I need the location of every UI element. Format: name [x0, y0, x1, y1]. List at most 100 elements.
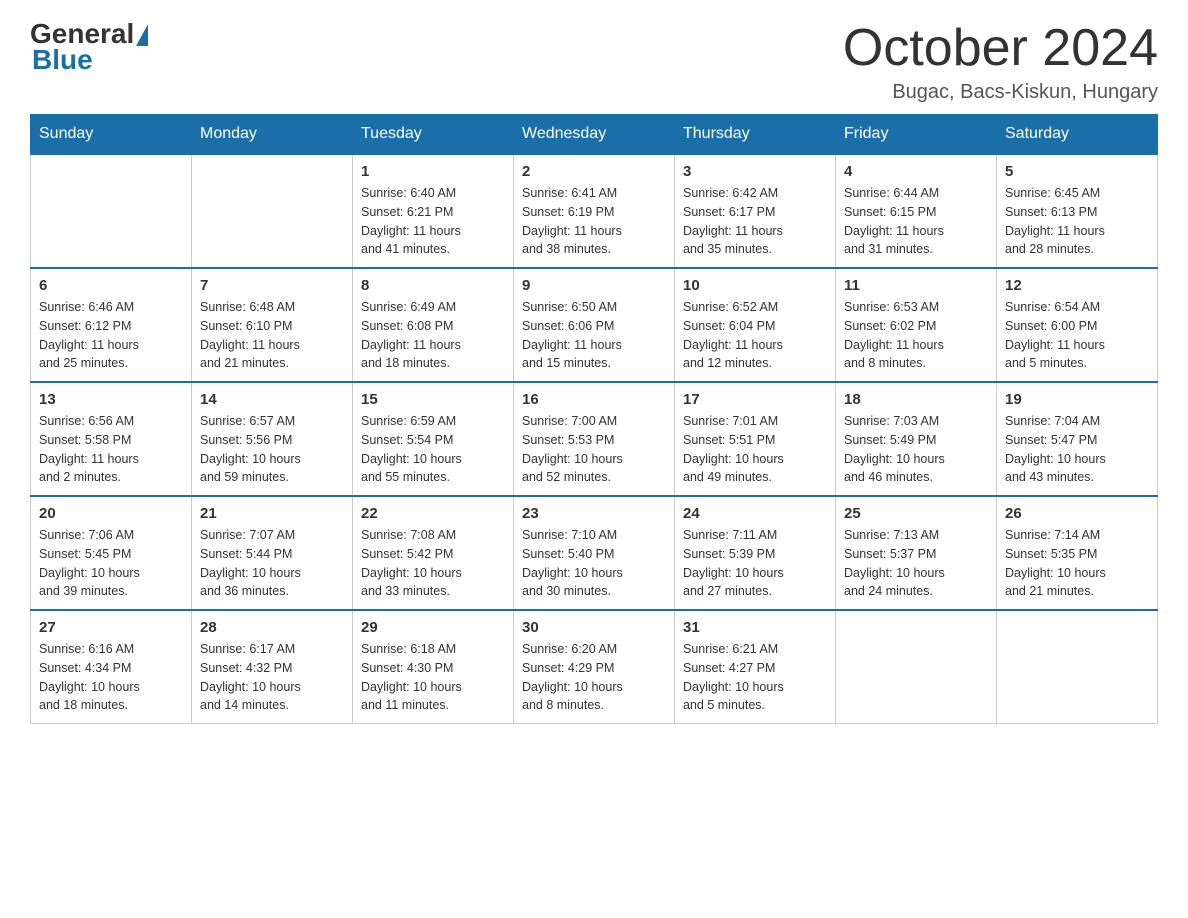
day-info: Sunrise: 6:50 AMSunset: 6:06 PMDaylight:…: [522, 298, 666, 373]
calendar-week-row: 13Sunrise: 6:56 AMSunset: 5:58 PMDayligh…: [31, 382, 1158, 496]
day-info: Sunrise: 7:07 AMSunset: 5:44 PMDaylight:…: [200, 526, 344, 601]
day-number: 21: [200, 505, 344, 522]
calendar-day-cell: 18Sunrise: 7:03 AMSunset: 5:49 PMDayligh…: [836, 382, 997, 496]
calendar-header: SundayMondayTuesdayWednesdayThursdayFrid…: [31, 115, 1158, 155]
calendar-day-cell: 6 Sunrise: 6:46 AMSunset: 6:12 PMDaylight…: [31, 268, 192, 382]
calendar-header-row: SundayMondayTuesdayWednesdayThursdayFrid…: [31, 115, 1158, 155]
calendar-day-header: Friday: [836, 115, 997, 155]
day-info: Sunrise: 6:41 AMSunset: 6:19 PMDaylight:…: [522, 184, 666, 259]
day-info: Sunrise: 6:42 AMSunset: 6:17 PMDaylight:…: [683, 184, 827, 259]
calendar-day-cell: 23 Sunrise: 7:10 AMSunset: 5:40 PMDayligh…: [514, 496, 675, 610]
calendar-day-cell: 26 Sunrise: 7:14 AMSunset: 5:35 PMDayligh…: [997, 496, 1158, 610]
day-number: 28: [200, 619, 344, 636]
day-number: 12: [1005, 277, 1149, 294]
calendar-day-cell: 12 Sunrise: 6:54 AMSunset: 6:00 PMDayligh…: [997, 268, 1158, 382]
day-number: 9: [522, 277, 666, 294]
calendar-day-cell: 30Sunrise: 6:20 AMSunset: 4:29 PMDayligh…: [514, 610, 675, 724]
calendar-day-header: Thursday: [675, 115, 836, 155]
calendar-day-cell: 9 Sunrise: 6:50 AMSunset: 6:06 PMDaylight…: [514, 268, 675, 382]
day-info: Sunrise: 7:08 AMSunset: 5:42 PMDaylight:…: [361, 526, 505, 601]
day-info: Sunrise: 7:00 AMSunset: 5:53 PMDaylight:…: [522, 412, 666, 487]
day-info: Sunrise: 6:52 AMSunset: 6:04 PMDaylight:…: [683, 298, 827, 373]
day-number: 4: [844, 163, 988, 180]
day-info: Sunrise: 7:11 AMSunset: 5:39 PMDaylight:…: [683, 526, 827, 601]
calendar-day-header: Saturday: [997, 115, 1158, 155]
calendar-table: SundayMondayTuesdayWednesdayThursdayFrid…: [30, 114, 1158, 724]
day-number: 11: [844, 277, 988, 294]
day-info: Sunrise: 6:40 AMSunset: 6:21 PMDaylight:…: [361, 184, 505, 259]
day-info: Sunrise: 6:18 AMSunset: 4:30 PMDaylight:…: [361, 640, 505, 715]
day-info: Sunrise: 7:14 AMSunset: 5:35 PMDaylight:…: [1005, 526, 1149, 601]
day-info: Sunrise: 6:21 AMSunset: 4:27 PMDaylight:…: [683, 640, 827, 715]
logo-triangle-icon: [136, 24, 148, 46]
calendar-day-cell: 14Sunrise: 6:57 AMSunset: 5:56 PMDayligh…: [192, 382, 353, 496]
calendar-day-cell: 4 Sunrise: 6:44 AMSunset: 6:15 PMDaylight…: [836, 154, 997, 268]
day-info: Sunrise: 6:17 AMSunset: 4:32 PMDaylight:…: [200, 640, 344, 715]
calendar-week-row: 1Sunrise: 6:40 AMSunset: 6:21 PMDaylight…: [31, 154, 1158, 268]
calendar-day-cell: 24 Sunrise: 7:11 AMSunset: 5:39 PMDayligh…: [675, 496, 836, 610]
day-info: Sunrise: 7:13 AMSunset: 5:37 PMDaylight:…: [844, 526, 988, 601]
calendar-body: 1Sunrise: 6:40 AMSunset: 6:21 PMDaylight…: [31, 154, 1158, 724]
calendar-day-cell: 28 Sunrise: 6:17 AMSunset: 4:32 PMDayligh…: [192, 610, 353, 724]
day-info: Sunrise: 7:06 AMSunset: 5:45 PMDaylight:…: [39, 526, 183, 601]
day-info: Sunrise: 7:03 AMSunset: 5:49 PMDaylight:…: [844, 412, 988, 487]
day-number: 29: [361, 619, 505, 636]
calendar-day-cell: 3Sunrise: 6:42 AMSunset: 6:17 PMDaylight…: [675, 154, 836, 268]
calendar-day-cell: 2 Sunrise: 6:41 AMSunset: 6:19 PMDaylight…: [514, 154, 675, 268]
day-info: Sunrise: 6:48 AMSunset: 6:10 PMDaylight:…: [200, 298, 344, 373]
day-number: 27: [39, 619, 183, 636]
calendar-week-row: 6 Sunrise: 6:46 AMSunset: 6:12 PMDaylight…: [31, 268, 1158, 382]
calendar-day-cell: 29 Sunrise: 6:18 AMSunset: 4:30 PMDayligh…: [353, 610, 514, 724]
day-number: 19: [1005, 391, 1149, 408]
calendar-day-cell: [192, 154, 353, 268]
calendar-day-cell: 1Sunrise: 6:40 AMSunset: 6:21 PMDaylight…: [353, 154, 514, 268]
day-number: 25: [844, 505, 988, 522]
day-info: Sunrise: 7:10 AMSunset: 5:40 PMDaylight:…: [522, 526, 666, 601]
day-number: 20: [39, 505, 183, 522]
calendar-day-cell: 7Sunrise: 6:48 AMSunset: 6:10 PMDaylight…: [192, 268, 353, 382]
day-info: Sunrise: 6:59 AMSunset: 5:54 PMDaylight:…: [361, 412, 505, 487]
day-info: Sunrise: 6:49 AMSunset: 6:08 PMDaylight:…: [361, 298, 505, 373]
calendar-day-cell: 16 Sunrise: 7:00 AMSunset: 5:53 PMDayligh…: [514, 382, 675, 496]
calendar-day-cell: 21 Sunrise: 7:07 AMSunset: 5:44 PMDayligh…: [192, 496, 353, 610]
calendar-day-cell: 20 Sunrise: 7:06 AMSunset: 5:45 PMDayligh…: [31, 496, 192, 610]
day-number: 15: [361, 391, 505, 408]
calendar-day-cell: 31Sunrise: 6:21 AMSunset: 4:27 PMDayligh…: [675, 610, 836, 724]
day-info: Sunrise: 6:53 AMSunset: 6:02 PMDaylight:…: [844, 298, 988, 373]
location-subtitle: Bugac, Bacs-Kiskun, Hungary: [843, 81, 1158, 104]
day-info: Sunrise: 6:45 AMSunset: 6:13 PMDaylight:…: [1005, 184, 1149, 259]
day-number: 14: [200, 391, 344, 408]
calendar-day-cell: [31, 154, 192, 268]
calendar-day-cell: [836, 610, 997, 724]
calendar-week-row: 20 Sunrise: 7:06 AMSunset: 5:45 PMDayligh…: [31, 496, 1158, 610]
calendar-day-cell: 8Sunrise: 6:49 AMSunset: 6:08 PMDaylight…: [353, 268, 514, 382]
day-number: 2: [522, 163, 666, 180]
day-number: 24: [683, 505, 827, 522]
calendar-day-cell: 17 Sunrise: 7:01 AMSunset: 5:51 PMDayligh…: [675, 382, 836, 496]
day-number: 30: [522, 619, 666, 636]
page-title: October 2024: [843, 20, 1158, 77]
calendar-day-cell: 25 Sunrise: 7:13 AMSunset: 5:37 PMDayligh…: [836, 496, 997, 610]
day-info: Sunrise: 6:46 AMSunset: 6:12 PMDaylight:…: [39, 298, 183, 373]
calendar-day-cell: 10 Sunrise: 6:52 AMSunset: 6:04 PMDayligh…: [675, 268, 836, 382]
calendar-day-header: Tuesday: [353, 115, 514, 155]
day-number: 6: [39, 277, 183, 294]
calendar-day-cell: 15 Sunrise: 6:59 AMSunset: 5:54 PMDayligh…: [353, 382, 514, 496]
day-number: 22: [361, 505, 505, 522]
calendar-day-cell: [997, 610, 1158, 724]
day-number: 13: [39, 391, 183, 408]
calendar-day-cell: 19 Sunrise: 7:04 AMSunset: 5:47 PMDayligh…: [997, 382, 1158, 496]
day-info: Sunrise: 7:04 AMSunset: 5:47 PMDaylight:…: [1005, 412, 1149, 487]
day-number: 10: [683, 277, 827, 294]
day-info: Sunrise: 7:01 AMSunset: 5:51 PMDaylight:…: [683, 412, 827, 487]
calendar-day-cell: 22 Sunrise: 7:08 AMSunset: 5:42 PMDayligh…: [353, 496, 514, 610]
calendar-day-header: Monday: [192, 115, 353, 155]
day-info: Sunrise: 6:44 AMSunset: 6:15 PMDaylight:…: [844, 184, 988, 259]
day-info: Sunrise: 6:54 AMSunset: 6:00 PMDaylight:…: [1005, 298, 1149, 373]
page-header: General Blue October 2024 Bugac, Bacs-Ki…: [30, 20, 1158, 104]
title-area: October 2024 Bugac, Bacs-Kiskun, Hungary: [843, 20, 1158, 104]
day-number: 23: [522, 505, 666, 522]
day-number: 17: [683, 391, 827, 408]
day-number: 26: [1005, 505, 1149, 522]
day-number: 16: [522, 391, 666, 408]
